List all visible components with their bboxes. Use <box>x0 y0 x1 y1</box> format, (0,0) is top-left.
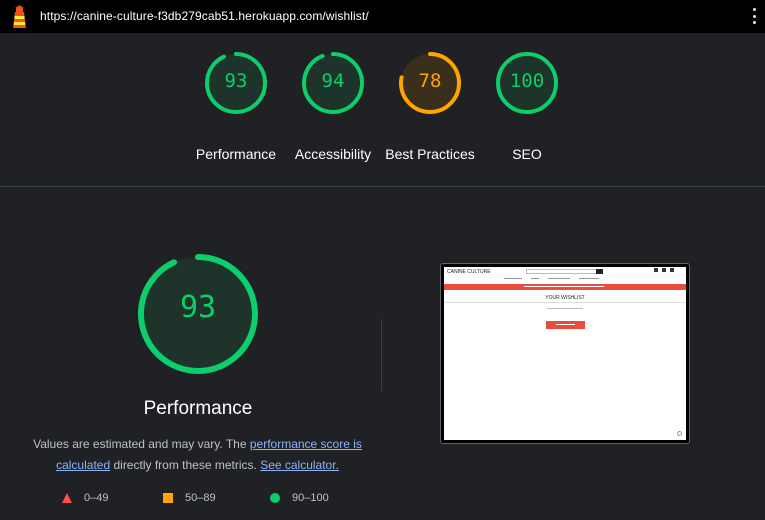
legend-fail: 0–49 <box>62 492 108 504</box>
legend-average: 50–89 <box>163 492 216 504</box>
screenshot-heading: YOUR WISHLIST <box>545 295 585 301</box>
gauge-seo[interactable]: 100 SEO <box>484 50 570 162</box>
page-url[interactable]: https://canine-culture-f3db279cab51.hero… <box>40 9 369 23</box>
legend-range: 50–89 <box>185 492 216 504</box>
legend-range: 0–49 <box>84 492 109 504</box>
see-calculator-link[interactable]: See calculator. <box>260 458 339 472</box>
vertical-divider <box>381 319 382 391</box>
gauge-performance[interactable]: 93 Performance <box>193 50 279 162</box>
screenshot-rule <box>444 302 686 303</box>
gauge-score: 100 <box>509 70 545 92</box>
screenshot-scroll-icon <box>677 431 682 436</box>
screenshot-button <box>546 321 585 329</box>
triangle-icon <box>62 493 72 503</box>
performance-score: 93 <box>179 290 217 325</box>
page-screenshot[interactable]: CANINE CULTURE YOUR WISHLIST <box>444 267 686 440</box>
legend-range: 90–100 <box>292 492 329 504</box>
performance-description: Values are estimated and may vary. The p… <box>30 434 365 476</box>
gauge-score: 93 <box>224 70 248 92</box>
lighthouse-icon <box>13 5 26 28</box>
gauge-label: Best Practices <box>385 146 475 162</box>
gauge-accessibility[interactable]: 94 Accessibility <box>290 50 376 162</box>
legend-pass: 90–100 <box>270 492 329 504</box>
gauge-label: SEO <box>512 146 542 162</box>
description-text: Values are estimated and may vary. The <box>33 437 250 451</box>
description-text: directly from these metrics. <box>110 458 261 472</box>
gauge-score: 78 <box>418 70 442 92</box>
screenshot-header-icons <box>654 268 674 272</box>
screenshot-banner <box>444 284 686 290</box>
screenshot-search-button <box>596 269 603 274</box>
screenshot-subtext <box>547 308 583 309</box>
square-icon <box>163 493 173 503</box>
gauge-best-practices[interactable]: 78 Best Practices <box>385 50 475 162</box>
kebab-menu-icon[interactable] <box>749 6 759 26</box>
screenshot-nav <box>504 278 599 279</box>
gauge-score: 94 <box>321 70 345 92</box>
top-bar: https://canine-culture-f3db279cab51.hero… <box>0 0 765 33</box>
circle-icon <box>270 493 280 503</box>
screenshot-brand: CANINE CULTURE <box>447 269 491 275</box>
performance-title: Performance <box>143 398 253 419</box>
screenshot-search-bar <box>526 269 598 274</box>
gauge-label: Accessibility <box>294 146 372 162</box>
section-divider <box>0 186 765 187</box>
